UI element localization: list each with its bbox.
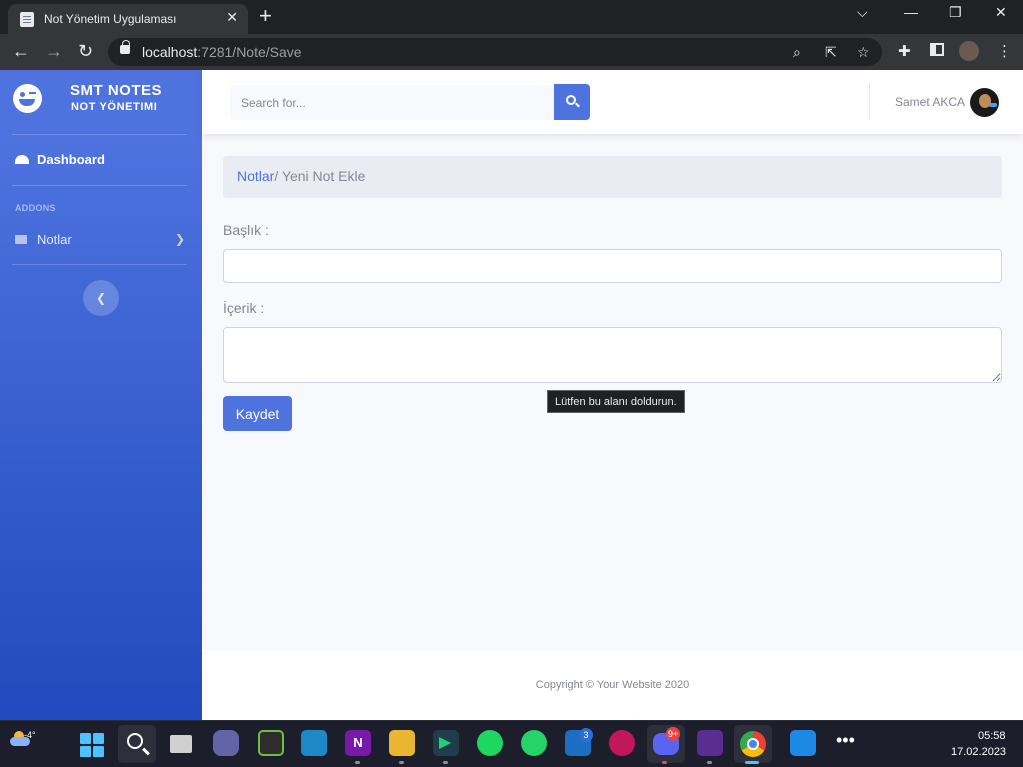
tab-search-icon[interactable]: ⌵ xyxy=(857,4,868,21)
url-text: localhost:7281/Note/Save xyxy=(142,44,302,60)
more-apps-icon[interactable]: ••• xyxy=(836,730,862,756)
wink-mark xyxy=(29,92,36,94)
zoom-icon[interactable]: ⌕ xyxy=(793,44,801,61)
folder-icon xyxy=(15,235,27,244)
profile-avatar-icon[interactable] xyxy=(959,41,979,61)
window-close-icon[interactable]: ✕ xyxy=(995,4,1007,21)
topbar: Samet AKCA xyxy=(202,70,1023,134)
search-input[interactable] xyxy=(230,85,554,120)
weather-temp[interactable]: -4° xyxy=(24,730,36,740)
forward-icon[interactable]: → xyxy=(45,42,63,60)
tab-title: Not Yönetim Uygulaması xyxy=(44,12,177,26)
bookmark-star-icon[interactable]: ☆ xyxy=(857,44,870,61)
page-viewport: SMT NOTES NOT YÖNETIMI Dashboard ADDONS … xyxy=(0,70,1023,720)
footer-copyright: Copyright © Your Website 2020 xyxy=(535,679,690,691)
laugh-wink-icon[interactable] xyxy=(13,84,42,113)
search-button[interactable] xyxy=(554,84,590,120)
page-favicon-icon xyxy=(20,12,34,27)
minimize-icon[interactable]: — xyxy=(904,4,918,20)
onenote-icon[interactable]: N xyxy=(345,730,371,756)
whatsapp-icon[interactable] xyxy=(521,730,547,756)
reload-icon[interactable]: ↻ xyxy=(78,42,93,60)
breadcrumb: Notlar/ Yeni Not Ekle xyxy=(223,156,1002,198)
sidebar-divider xyxy=(12,264,187,265)
steam-badge: 3 xyxy=(579,728,593,742)
content-textarea[interactable] xyxy=(223,327,1002,383)
title-label: Başlık : xyxy=(223,222,269,238)
start-icon[interactable] xyxy=(80,733,104,757)
calendar-icon[interactable] xyxy=(790,730,816,756)
chevron-left-icon: ❮ xyxy=(95,291,107,305)
user-name[interactable]: Samet AKCA xyxy=(895,95,965,109)
sidebar-heading: ADDONS xyxy=(15,203,56,213)
tachometer-icon xyxy=(15,155,29,164)
clock-date[interactable]: 17.02.2023 xyxy=(951,746,1006,758)
sticky-tools-icon[interactable] xyxy=(389,730,415,756)
taskbar-search-icon[interactable] xyxy=(118,725,156,763)
sidebar-item-label: Notlar xyxy=(37,232,72,247)
validation-tooltip: Lütfen bu alanı doldurun. xyxy=(547,390,685,413)
back-icon[interactable]: ← xyxy=(12,42,30,60)
footer: Copyright © Your Website 2020 xyxy=(202,650,1023,720)
sidebar-item-notlar[interactable]: Notlar ❯ xyxy=(15,232,190,247)
browser-tab[interactable]: Not Yönetim Uygulaması ✕ xyxy=(8,4,248,34)
brand-title[interactable]: SMT NOTES xyxy=(70,82,162,99)
sidebar-divider xyxy=(12,185,187,186)
browser-toolbar: ← → ↻ localhost:7281/Note/Save ⌕ ⇱ ☆ xyxy=(0,34,1023,70)
restore-icon[interactable]: ❐ xyxy=(949,4,962,21)
sidebar-toggle-button[interactable]: ❮ xyxy=(83,280,119,316)
content-label: İçerik : xyxy=(223,300,265,316)
lock-icon[interactable] xyxy=(120,40,130,54)
taskbar: -4° N 3 9+ ••• 05:58 17.02.2023 xyxy=(0,720,1023,767)
teams-chat-icon[interactable] xyxy=(213,730,239,756)
sidebar: SMT NOTES NOT YÖNETIMI Dashboard ADDONS … xyxy=(0,70,202,720)
clock-time[interactable]: 05:58 xyxy=(978,730,1006,742)
sidebar-divider xyxy=(12,134,187,135)
share-icon[interactable]: ⇱ xyxy=(825,44,837,61)
remote-desktop-icon[interactable] xyxy=(301,730,327,756)
nvidia-app-icon[interactable] xyxy=(258,730,284,756)
task-view-icon[interactable] xyxy=(170,735,192,753)
address-bar[interactable]: localhost:7281/Note/Save ⌕ ⇱ ☆ xyxy=(108,38,882,66)
side-panel-icon[interactable] xyxy=(930,43,944,56)
tab-close-icon[interactable]: ✕ xyxy=(226,9,238,26)
browser-menu-icon[interactable]: ⋮ xyxy=(997,42,1012,60)
brand-subtitle[interactable]: NOT YÖNETIMI xyxy=(71,101,157,113)
browser-title-bar: Not Yönetim Uygulaması ✕ + ⌵ — ❐ ✕ xyxy=(0,0,1023,34)
user-avatar[interactable] xyxy=(970,88,999,117)
save-button[interactable]: Kaydet xyxy=(223,396,292,431)
spotify-icon[interactable] xyxy=(477,730,503,756)
chevron-right-icon: ❯ xyxy=(174,232,185,246)
terminal-app-icon[interactable] xyxy=(433,730,459,756)
breadcrumb-current: / Yeni Not Ekle xyxy=(274,168,366,184)
sidebar-item-dashboard[interactable]: Dashboard xyxy=(15,152,105,167)
sidebar-item-label: Dashboard xyxy=(37,152,105,167)
breadcrumb-link-notlar[interactable]: Notlar xyxy=(237,168,274,184)
title-input[interactable] xyxy=(223,249,1002,283)
extensions-icon[interactable]: ✚ xyxy=(898,42,911,60)
power-app-icon[interactable] xyxy=(609,730,635,756)
chrome-icon[interactable] xyxy=(734,725,772,763)
visual-studio-icon[interactable] xyxy=(697,730,723,756)
topbar-divider xyxy=(869,84,870,119)
new-tab-icon[interactable]: + xyxy=(259,5,272,27)
